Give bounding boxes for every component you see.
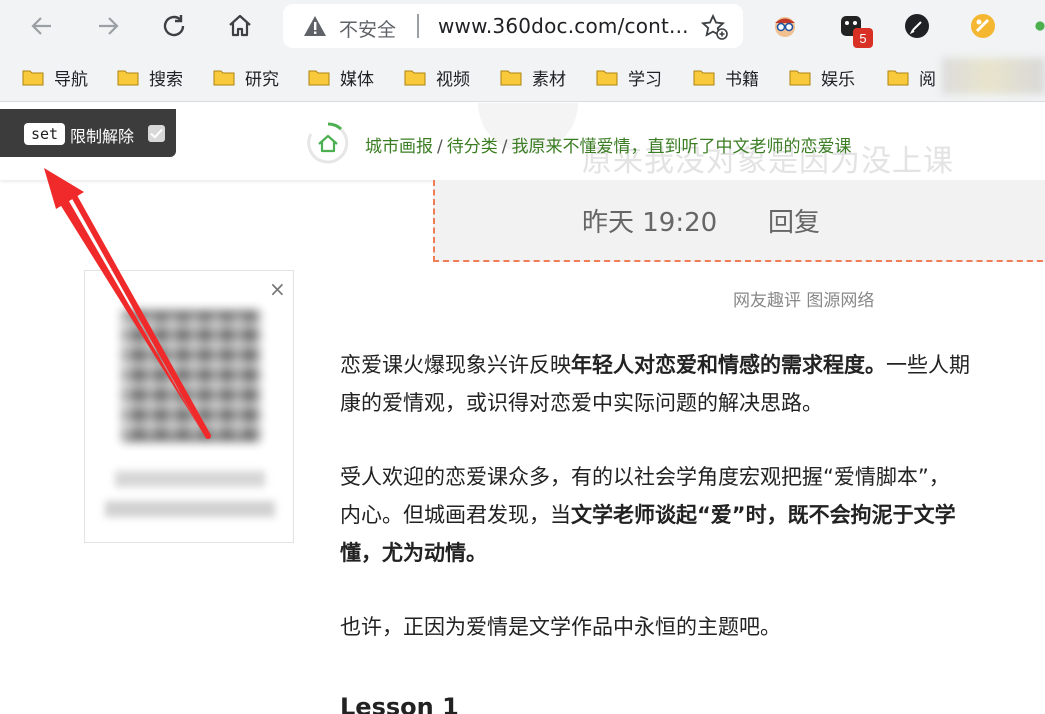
reload-icon <box>163 15 185 37</box>
bookmark-label: 学习 <box>628 69 662 90</box>
bookmark-label: 研究 <box>245 69 279 90</box>
text-run: 恋爱课火爆现象兴许反映 <box>340 353 571 377</box>
extension-badge: 5 <box>853 28 873 48</box>
qr-code-card: × <box>84 270 294 543</box>
bookmark-folder-materials[interactable]: 素材 <box>500 64 566 90</box>
bookmark-label: 视频 <box>436 69 470 90</box>
extension-partial-icon[interactable] <box>1035 12 1045 40</box>
folder-icon <box>308 70 330 86</box>
bold-run: 文学老师谈起“爱”时，既不会拘泥于文学 <box>571 503 956 527</box>
bookmark-label: 媒体 <box>340 69 374 90</box>
bookmark-label: 娱乐 <box>821 69 855 90</box>
back-arrow-icon <box>31 17 51 35</box>
folder-icon <box>789 70 811 86</box>
folder-icon <box>404 70 426 86</box>
reply-button[interactable]: 回复 <box>768 202 820 239</box>
check-icon <box>150 128 163 139</box>
extension-pen-icon[interactable] <box>903 12 931 40</box>
text-run: 内心。但城画君发现，当 <box>340 503 571 527</box>
reload-button[interactable] <box>156 8 192 44</box>
image-caption: 网友趣评 图源网络 <box>733 291 875 311</box>
bookmark-folder-media[interactable]: 媒体 <box>308 64 374 90</box>
bookmark-star-icon[interactable] <box>700 13 729 44</box>
folder-icon <box>22 70 44 86</box>
bookmark-folder-study[interactable]: 学习 <box>596 64 662 90</box>
bookmark-folder-video[interactable]: 视频 <box>404 64 470 90</box>
warning-icon[interactable] <box>303 15 327 41</box>
bookmark-label: 素材 <box>532 69 566 90</box>
insecure-label[interactable]: 不安全 <box>339 15 396 42</box>
address-bar[interactable]: 不安全 www.360doc.com/cont... <box>283 4 743 48</box>
bookmarks-bar: 导航 搜索 研究 媒体 视频 素材 学习 书籍 娱乐 阅 <box>0 54 1045 102</box>
limit-release-label: 限制解除 <box>70 127 135 146</box>
bold-run: 年轻人对恋爱和情感的需求程度。 <box>571 353 886 377</box>
close-icon[interactable]: × <box>269 279 286 299</box>
bookmark-label: 书籍 <box>725 69 759 90</box>
text-run: 康的爱情观，或识得对恋爱中实际问题的解决思路。 <box>340 391 823 415</box>
text-run: 受人欢迎的恋爱课众多，有的以社会学角度宏观把握“爱情脚本”， <box>340 465 950 489</box>
article-paragraph-1: 恋爱课火爆现象兴许反映年轻人对恋爱和情感的需求程度。一些人期 康的爱情观，或识得… <box>340 346 1045 422</box>
browser-toolbar: 不安全 www.360doc.com/cont... 5 <box>0 0 1045 54</box>
forward-arrow-icon <box>99 17 119 35</box>
comment-box: 昨天 19:20 回复 <box>433 180 1045 262</box>
url-divider <box>417 14 419 38</box>
breadcrumb: 城市画报 / 待分类 / 我原来不懂爱情，直到听了中文老师的恋爱课 <box>365 132 851 157</box>
bookmark-label: 阅 <box>919 69 936 90</box>
bold-run: 懂，尤为动情。 <box>340 541 487 565</box>
url-text[interactable]: www.360doc.com/cont... <box>438 14 689 38</box>
lesson-heading: Lesson 1 <box>340 693 459 714</box>
bookmark-folder-entertainment[interactable]: 娱乐 <box>789 64 855 90</box>
text-run: 一些人期 <box>886 353 970 377</box>
extension-orange-icon[interactable] <box>969 12 997 40</box>
bookmark-folder-research[interactable]: 研究 <box>213 64 279 90</box>
forward-button[interactable] <box>90 8 126 44</box>
folder-icon <box>887 70 909 86</box>
comment-time: 昨天 19:20 <box>582 208 718 238</box>
folder-icon <box>500 70 522 86</box>
blurred-text <box>105 501 275 517</box>
back-button[interactable] <box>24 8 60 44</box>
folder-icon <box>693 70 715 86</box>
limit-release-checkbox[interactable] <box>148 125 165 142</box>
text-run: 也许，正因为爱情是文学作品中永恒的主题吧。 <box>340 615 781 639</box>
breadcrumb-item[interactable]: 城市画报 <box>365 137 433 157</box>
bookmark-folder-reading[interactable]: 阅 <box>887 64 936 90</box>
site-home-icon[interactable] <box>306 121 350 169</box>
bookmark-folder-books[interactable]: 书籍 <box>693 64 759 90</box>
blurred-bookmarks <box>942 58 1045 94</box>
breadcrumb-separator: / <box>501 137 508 157</box>
folder-icon <box>117 70 139 86</box>
breadcrumb-item[interactable]: 我原来不懂爱情，直到听了中文老师的恋爱课 <box>511 137 851 157</box>
bookmark-folder-nav[interactable]: 导航 <box>22 64 88 90</box>
bookmark-label: 搜索 <box>149 69 183 90</box>
breadcrumb-separator: / <box>437 137 443 157</box>
set-button[interactable]: set <box>24 123 66 145</box>
breadcrumb-item[interactable]: 待分类 <box>447 137 498 157</box>
bookmark-label: 导航 <box>54 69 88 90</box>
qr-code-overlay <box>123 311 259 441</box>
restriction-panel: set 限制解除 <box>0 109 176 157</box>
home-button[interactable] <box>222 8 258 44</box>
home-icon <box>229 14 251 37</box>
bookmark-folder-search[interactable]: 搜索 <box>117 64 183 90</box>
blurred-text <box>115 471 265 487</box>
article-paragraph-3: 也许，正因为爱情是文学作品中永恒的主题吧。 <box>340 608 1045 646</box>
extension-face-icon[interactable] <box>771 12 799 40</box>
folder-icon <box>596 70 618 86</box>
folder-icon <box>213 70 235 86</box>
article-paragraph-2: 受人欢迎的恋爱课众多，有的以社会学角度宏观把握“爱情脚本”， 内心。但城画君发现… <box>340 458 1045 572</box>
